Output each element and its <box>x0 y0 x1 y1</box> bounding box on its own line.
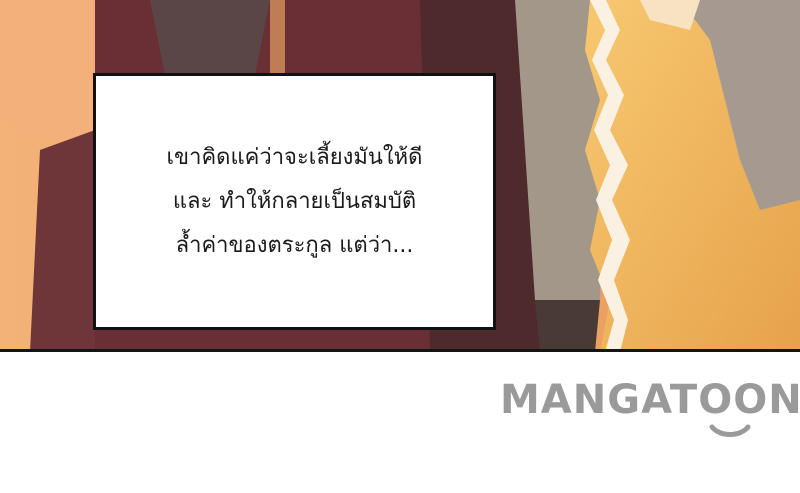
dark-robe-left <box>30 130 95 349</box>
mangatoon-logo: MANGATOON <box>500 377 800 447</box>
dark-garment-top <box>150 0 270 75</box>
shoulder-shape <box>0 0 95 144</box>
robe-fold <box>270 0 285 75</box>
caption-box: เขาคิดแค่ว่าจะเลี้ยงมันให้ดี และ ทำให้กล… <box>93 73 496 330</box>
caption-line: และ ทำให้กลายเป็นสมบัติ <box>172 188 417 214</box>
brand-name: MANGATOON <box>500 377 800 423</box>
caption-line: ล้ำค่าของตระกูล แต่ว่า... <box>175 232 414 258</box>
smile-icon <box>709 424 751 437</box>
caption-line: เขาคิดแค่ว่าจะเลี้ยงมันให้ดี <box>166 144 423 170</box>
dark-boot <box>535 300 600 349</box>
comic-panel: เขาคิดแค่ว่าจะเลี้ยงมันให้ดี และ ทำให้กล… <box>0 0 800 352</box>
